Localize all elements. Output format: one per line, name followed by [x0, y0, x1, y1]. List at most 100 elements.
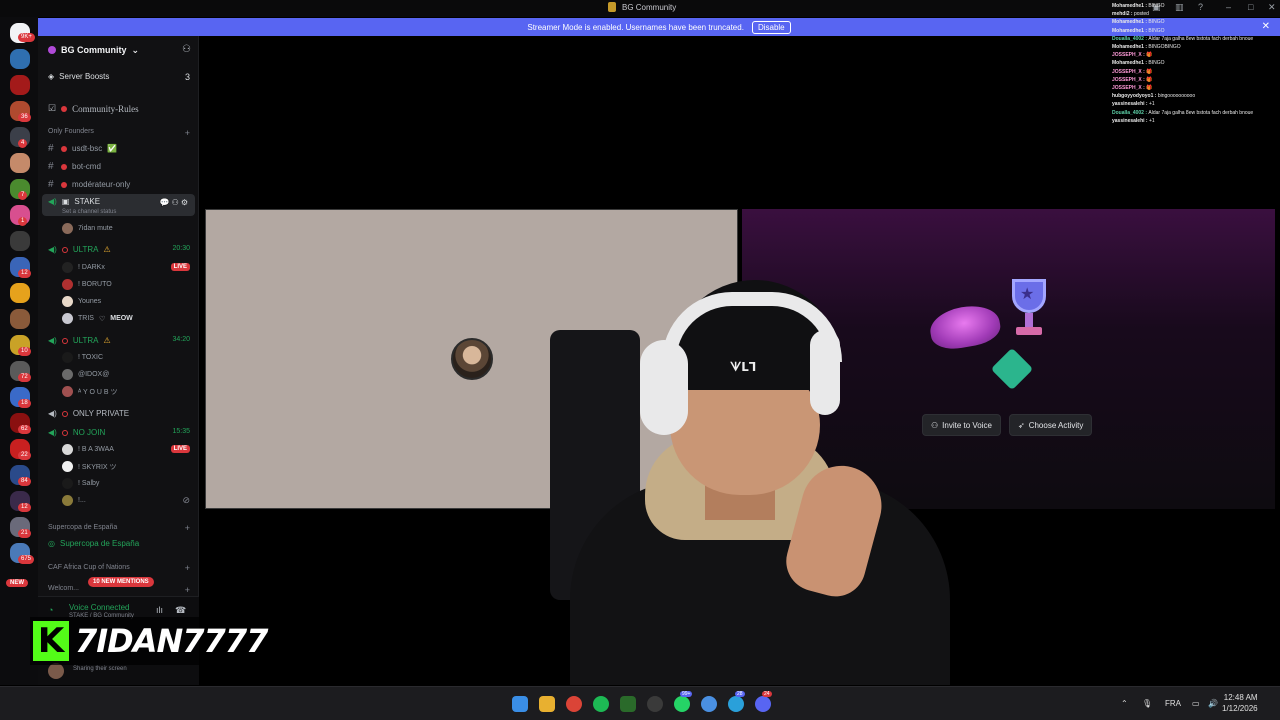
network-icon[interactable]: ▭	[1192, 699, 1200, 708]
add-channel-icon[interactable]: +	[185, 128, 190, 138]
server-badge: 21	[18, 529, 31, 538]
channel-welcome[interactable]: Welcom...	[48, 585, 79, 592]
channel-bot-cmd[interactable]: # bot-cmd	[48, 161, 101, 172]
chat-username: JOSSEPH_X :	[1112, 85, 1147, 92]
channel-usdt-bsc[interactable]: # usdt-bsc ✅	[48, 143, 117, 154]
server-icon[interactable]	[10, 283, 30, 303]
telegram-icon[interactable]	[728, 696, 744, 712]
voice-user[interactable]: ! Salby	[62, 478, 99, 489]
chat-username: Doualla_4002 :	[1112, 35, 1149, 42]
taskbar: 99+ 28 24 ⌃ 🎙 FRA ▭ 🔊 12:48 AM 1/12/2026	[0, 686, 1280, 720]
avatar	[62, 352, 73, 363]
chat-text: 🎁	[1146, 52, 1153, 59]
chat-text: 🎁	[1146, 85, 1153, 92]
disconnect-icon[interactable]: ☎	[175, 605, 186, 616]
chat-text: Aldar 7aja galha 8ew bstota fach derbah …	[1148, 109, 1254, 116]
voice-user[interactable]: !...	[62, 495, 86, 506]
window-title: BG Community	[608, 2, 676, 12]
discord-icon[interactable]	[755, 696, 771, 712]
voice-user[interactable]: ᴬ Y O U B ツ	[62, 386, 117, 397]
chevron-up-icon[interactable]: ⌃	[1121, 699, 1128, 708]
hash-icon: #	[48, 179, 54, 190]
server-icon[interactable]	[10, 309, 30, 329]
chat-message: JOSSEPH_X : 🎁	[1112, 76, 1280, 84]
voice-channel-only-private[interactable]: ◀) ONLY PRIVATE	[48, 409, 129, 418]
voice-user[interactable]: ! DARKx	[62, 262, 105, 273]
status-dot-icon	[61, 163, 67, 170]
voice-user[interactable]: ! TOXIC	[62, 352, 103, 363]
add-member-icon[interactable]: ⚇	[182, 44, 191, 55]
chat-message: Doualla_4002 : Aldar 7aja galha 8ew bsto…	[1112, 35, 1280, 43]
server-name: BG Community	[61, 45, 127, 55]
chrome-icon[interactable]	[566, 696, 582, 712]
webcam-overlay: ᗐᒪᒣ	[540, 270, 960, 685]
chat-text: +1	[1148, 101, 1155, 108]
add-channel-icon[interactable]: +	[185, 523, 190, 533]
stage-icon: ◎	[48, 539, 55, 548]
server-badge: 10	[18, 347, 31, 356]
channel-community-rules[interactable]: ☑ Community-Rules	[48, 103, 139, 114]
server-icon[interactable]	[10, 75, 30, 95]
microphone-icon[interactable]: 🎙	[1142, 699, 1152, 708]
whatsapp-icon[interactable]	[674, 696, 690, 712]
add-channel-icon[interactable]: +	[185, 563, 190, 573]
voice-channel-ultra-1[interactable]: ◀) ULTRA ⚠	[48, 245, 111, 254]
server-icon[interactable]	[10, 153, 30, 173]
language-indicator[interactable]: FRA	[1165, 699, 1181, 708]
volume-icon[interactable]: 🔊	[1208, 699, 1218, 708]
kick-app-icon[interactable]	[620, 696, 636, 712]
new-servers-badge[interactable]: NEW	[6, 579, 28, 587]
obs-icon[interactable]	[647, 696, 663, 712]
server-badge: 84	[18, 477, 31, 486]
category-only-founders[interactable]: Only Founders	[48, 128, 94, 135]
voice-connected-label: Voice Connected	[69, 603, 130, 612]
noise-suppression-icon[interactable]: ılı	[156, 605, 163, 615]
new-mentions-badge[interactable]: 10 NEW MENTIONS	[88, 577, 154, 587]
browser-icon[interactable]	[701, 696, 717, 712]
voice-user[interactable]: @IDOX@	[62, 369, 109, 380]
channel-supercopa[interactable]: ◎ Supercopa de España	[48, 539, 139, 548]
no-entry-icon	[61, 410, 68, 417]
chat-message: JOSSEPH_X : 🎁	[1112, 68, 1280, 76]
voice-user[interactable]: 7idan mute	[62, 223, 113, 234]
category-caf[interactable]: CAF Africa Cup of Nations	[48, 564, 130, 571]
whatsapp-badge: 99+	[680, 691, 693, 697]
user-avatar[interactable]	[48, 663, 64, 679]
category-supercopa[interactable]: Supercopa de España	[48, 524, 117, 531]
activity-gem-icon	[990, 347, 1034, 391]
speaker-icon: ◀)	[48, 409, 57, 418]
voice-user[interactable]: Younes	[62, 296, 101, 307]
chat-message: Doualla_4002 : Aldar 7aja galha 8ew bsto…	[1112, 109, 1280, 117]
server-icon[interactable]	[10, 49, 30, 69]
choose-activity-button[interactable]: ➶ Choose Activity	[1009, 414, 1093, 436]
voice-channel-ultra-2[interactable]: ◀) ULTRA ⚠	[48, 336, 111, 345]
voice-user[interactable]: TRIS ♡ MEOW	[62, 313, 133, 324]
kick-logo-icon: K	[33, 621, 69, 661]
channel-moderateur-only[interactable]: # modérateur-only	[48, 179, 130, 190]
streamer-name: 7IDAN7777	[75, 622, 268, 660]
avatar	[62, 444, 73, 455]
disable-streamer-mode-button[interactable]: Disable	[751, 20, 791, 34]
channel-actions[interactable]: 💬⚇⚙	[160, 198, 190, 207]
server-header[interactable]: BG Community ⌄ ⚇	[38, 36, 199, 64]
system-clock[interactable]: 12:48 AM 1/12/2026	[1222, 692, 1258, 714]
voice-user[interactable]: ! BORUTO	[62, 279, 112, 290]
add-channel-icon[interactable]: +	[185, 585, 190, 595]
status-dot-icon	[61, 181, 67, 188]
voice-user[interactable]: ! SKYRIX ツ	[62, 461, 117, 472]
call-timer: 15:35	[172, 428, 190, 435]
spotify-icon[interactable]	[593, 696, 609, 712]
voice-user[interactable]: ! B A 3WAA	[62, 444, 114, 455]
banner-text: Streamer Mode is enabled. Usernames have…	[527, 22, 744, 32]
file-explorer-icon[interactable]	[539, 696, 555, 712]
channel-status[interactable]: Set a channel status	[62, 209, 116, 215]
server-boosts-item[interactable]: ◈ Server Boosts	[48, 72, 109, 81]
server-icon[interactable]	[10, 231, 30, 251]
server-badge: 18	[18, 399, 31, 408]
voice-channel-stake[interactable]: ◀) ▣ STAKE	[48, 197, 100, 206]
voice-channel-no-join[interactable]: ◀) NO JOIN	[48, 428, 105, 437]
speaker-icon: ◀)	[48, 336, 57, 345]
windows-start-icon[interactable]	[512, 696, 528, 712]
check-icon: ✅	[107, 144, 118, 153]
chat-text: BINGO	[1148, 3, 1165, 9]
